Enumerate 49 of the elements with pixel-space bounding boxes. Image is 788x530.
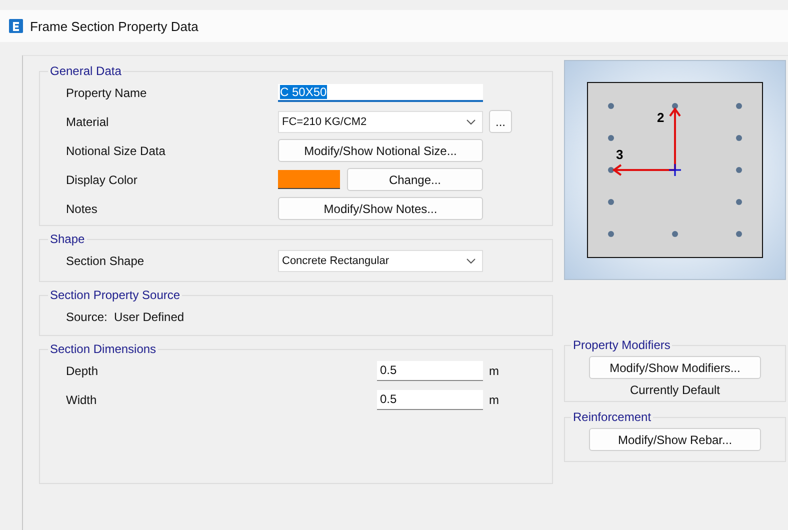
group-title: Reinforcement — [572, 410, 652, 424]
dropdown[interactable]: Concrete Rectangular — [278, 250, 483, 272]
rebar-dot — [672, 103, 678, 109]
input-field[interactable]: C 50X50 — [278, 84, 483, 102]
dropdown[interactable]: FC=210 KG/CM2 — [278, 110, 483, 132]
window-title: Frame Section Property Data — [30, 18, 198, 34]
modify-button[interactable]: Modify/Show Notional Size... — [278, 139, 483, 162]
app-icon — [9, 19, 23, 33]
field-label: Notional Size Data — [66, 144, 166, 158]
group-title: Section Dimensions — [49, 342, 158, 356]
rebar-dot — [736, 135, 742, 141]
axis-arrows — [612, 107, 681, 176]
source-text: Source: User Defined — [66, 310, 186, 324]
unit-label: m — [489, 392, 499, 406]
rebar-dot — [736, 231, 742, 237]
unit-label: m — [489, 364, 499, 378]
change-button[interactable]: Change... — [347, 168, 483, 191]
origin-cross — [668, 163, 682, 177]
browse-button[interactable]: ... — [489, 110, 512, 133]
modify-button[interactable]: Modify/Show Notes... — [278, 197, 483, 220]
group-title: Property Modifiers — [572, 338, 672, 352]
field-label: Material — [66, 114, 110, 128]
input-field[interactable]: 0.5 — [377, 360, 483, 380]
rebar-dot — [608, 167, 614, 173]
status-text: Currently Default — [630, 383, 720, 397]
field-label: Width — [66, 392, 98, 406]
group-title: Shape — [49, 232, 86, 246]
rebar-dot — [608, 199, 614, 205]
rebar-dot — [736, 199, 742, 205]
modify-button[interactable]: Modify/Show Rebar... — [589, 428, 761, 451]
field-label: Display Color — [66, 172, 138, 186]
field-label: Property Name — [66, 86, 148, 100]
rebar-dot — [672, 231, 678, 237]
rebar-dot — [736, 167, 742, 173]
field-label: Depth — [66, 364, 100, 378]
rebar-dot — [736, 103, 742, 109]
group-title: General Data — [49, 64, 122, 78]
rebar-dot — [608, 135, 614, 141]
modify-button[interactable]: Modify/Show Modifiers... — [589, 356, 761, 379]
group-title: Section Property Source — [49, 288, 182, 302]
axis-label: 3 — [616, 147, 624, 162]
axis-label: 2 — [657, 110, 664, 125]
field-label: Notes — [66, 202, 98, 216]
rebar-dot — [608, 231, 614, 237]
chevron-icon — [466, 258, 476, 264]
field-label: Section Shape — [66, 254, 146, 268]
rebar-dot — [608, 103, 614, 109]
chevron-icon — [466, 118, 476, 124]
input-field[interactable]: 0.5 — [377, 390, 483, 410]
